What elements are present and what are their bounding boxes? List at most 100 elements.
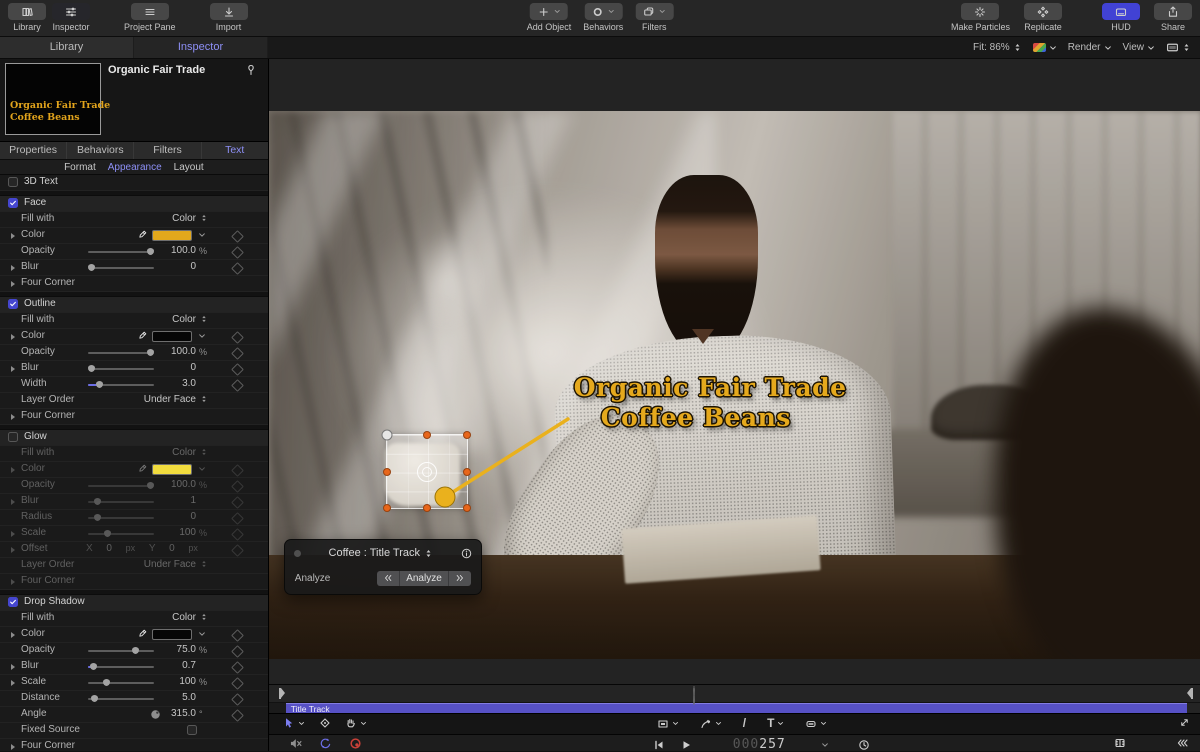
keyframe-diamond[interactable] — [231, 693, 244, 706]
keyframe-diamond[interactable] — [231, 379, 244, 392]
subtab-layout[interactable]: Layout — [174, 162, 204, 173]
title-track-bar[interactable]: Title Track — [286, 703, 1187, 713]
analyze-button[interactable]: Analyze — [399, 571, 448, 586]
eyedropper-icon[interactable] — [137, 629, 147, 639]
param-value[interactable]: 100.0 — [146, 346, 196, 357]
top-right-handle[interactable] — [463, 431, 471, 439]
color-swatch[interactable] — [152, 629, 192, 640]
popup-value[interactable]: Under Face — [118, 559, 196, 570]
keyframe-diamond[interactable] — [231, 629, 244, 642]
toolbar-make-particles-button[interactable]: Make Particles — [951, 3, 1010, 32]
slider-thumb[interactable] — [103, 679, 110, 686]
keyframe-diamond[interactable] — [231, 544, 244, 557]
disclosure-triangle[interactable] — [11, 467, 15, 473]
play-button[interactable] — [680, 739, 692, 751]
tracker-center-target[interactable] — [417, 462, 437, 482]
pan-tool[interactable] — [345, 717, 367, 729]
playhead[interactable] — [693, 687, 700, 705]
slider-track[interactable] — [88, 384, 154, 386]
top-handle[interactable] — [423, 431, 431, 439]
disclosure-triangle[interactable] — [11, 265, 15, 271]
keyframe-diamond[interactable] — [231, 347, 244, 360]
chevron-down-icon[interactable] — [198, 465, 206, 473]
pane-tab-library[interactable]: Library — [0, 37, 134, 58]
param-value[interactable]: 100.0 — [146, 245, 196, 256]
param-value[interactable]: 100 — [146, 676, 196, 687]
disclosure-triangle[interactable] — [11, 334, 15, 340]
chevron-down-icon[interactable] — [198, 231, 206, 239]
hud-panel[interactable]: Coffee : Title Track Analyze Analyze — [284, 539, 482, 595]
popup-value[interactable]: Color — [118, 314, 196, 325]
text-tool[interactable]: T — [767, 717, 784, 730]
go-to-start-button[interactable] — [653, 739, 665, 751]
mute-audio-button[interactable] — [289, 737, 302, 750]
analyze-backward-button[interactable] — [377, 571, 399, 586]
bezier-tool[interactable] — [700, 718, 722, 730]
popup-value[interactable]: Color — [118, 447, 196, 458]
tracking-selection-box[interactable] — [386, 434, 468, 509]
checkbox[interactable] — [8, 432, 18, 442]
eyedropper-icon[interactable] — [137, 464, 147, 474]
bottom-handle[interactable] — [423, 504, 431, 512]
stepper-icon[interactable] — [200, 448, 208, 456]
bottom-left-handle[interactable] — [383, 504, 391, 512]
param-value[interactable]: 0 — [146, 362, 196, 373]
stepper-icon[interactable] — [424, 549, 433, 558]
analyze-forward-button[interactable] — [448, 571, 471, 586]
tab-behaviors[interactable]: Behaviors — [67, 142, 134, 159]
resize-arrows-icon[interactable] — [1179, 717, 1190, 728]
slider-track[interactable] — [88, 501, 154, 503]
param-value[interactable]: 75.0 — [146, 644, 196, 655]
popup-value[interactable]: Color — [118, 213, 196, 224]
info-icon[interactable] — [461, 548, 472, 559]
object-thumbnail[interactable]: Organic Fair Trade Coffee Beans — [5, 63, 101, 135]
tab-text[interactable]: Text — [202, 142, 268, 159]
param-value[interactable]: 5.0 — [146, 692, 196, 703]
loop-playback-button[interactable] — [319, 737, 332, 750]
disclosure-triangle[interactable] — [11, 632, 15, 638]
checkbox[interactable] — [8, 177, 18, 187]
param-value[interactable]: 0 — [146, 511, 196, 522]
left-handle[interactable] — [383, 468, 391, 476]
slider-track[interactable] — [88, 267, 154, 269]
slider-track[interactable] — [88, 485, 154, 487]
disclosure-triangle[interactable] — [11, 499, 15, 505]
keyframe-diamond[interactable] — [231, 363, 244, 376]
slider-thumb[interactable] — [96, 381, 103, 388]
slider-thumb[interactable] — [104, 530, 111, 537]
disclosure-triangle[interactable] — [11, 233, 15, 239]
offset-value[interactable]: 0 — [169, 543, 175, 554]
keyframe-diamond[interactable] — [231, 464, 244, 477]
slider-track[interactable] — [88, 682, 154, 684]
disclosure-triangle[interactable] — [11, 680, 15, 686]
disclosure-triangle[interactable] — [11, 664, 15, 670]
keyframe-diamond[interactable] — [231, 496, 244, 509]
speaker-icon[interactable] — [1145, 737, 1157, 749]
toolbar-library-button[interactable]: Library — [8, 3, 46, 32]
slider-thumb[interactable] — [94, 514, 101, 521]
checkbox[interactable] — [8, 299, 18, 309]
disclosure-triangle[interactable] — [11, 414, 15, 420]
toolbar-project-pane-button[interactable]: Project Pane — [124, 3, 176, 32]
slider-thumb[interactable] — [91, 695, 98, 702]
show-timeline-chevrons-icon[interactable] — [1176, 737, 1188, 749]
subtab-appearance[interactable]: Appearance — [108, 162, 162, 173]
publish-pin-icon[interactable] — [245, 64, 257, 76]
slider-thumb[interactable] — [132, 647, 139, 654]
param-value[interactable]: 0 — [146, 261, 196, 272]
disclosure-triangle[interactable] — [11, 579, 15, 585]
paint-stroke-tool[interactable]: / — [743, 717, 746, 730]
timecode-clock-icon[interactable] — [858, 739, 870, 751]
play-range-in-marker[interactable] — [279, 688, 281, 699]
view-menu[interactable]: View — [1123, 42, 1156, 53]
slider-thumb[interactable] — [90, 663, 97, 670]
param-value[interactable]: 3.0 — [146, 378, 196, 389]
slider-thumb[interactable] — [88, 365, 95, 372]
checkbox[interactable] — [187, 725, 197, 735]
render-menu[interactable]: Render — [1068, 42, 1112, 53]
param-value[interactable]: 1 — [146, 495, 196, 506]
param-value[interactable]: 0.7 — [146, 660, 196, 671]
select-transform-tool[interactable] — [283, 717, 305, 729]
record-button[interactable] — [349, 737, 362, 750]
stepper-icon[interactable] — [200, 395, 208, 403]
